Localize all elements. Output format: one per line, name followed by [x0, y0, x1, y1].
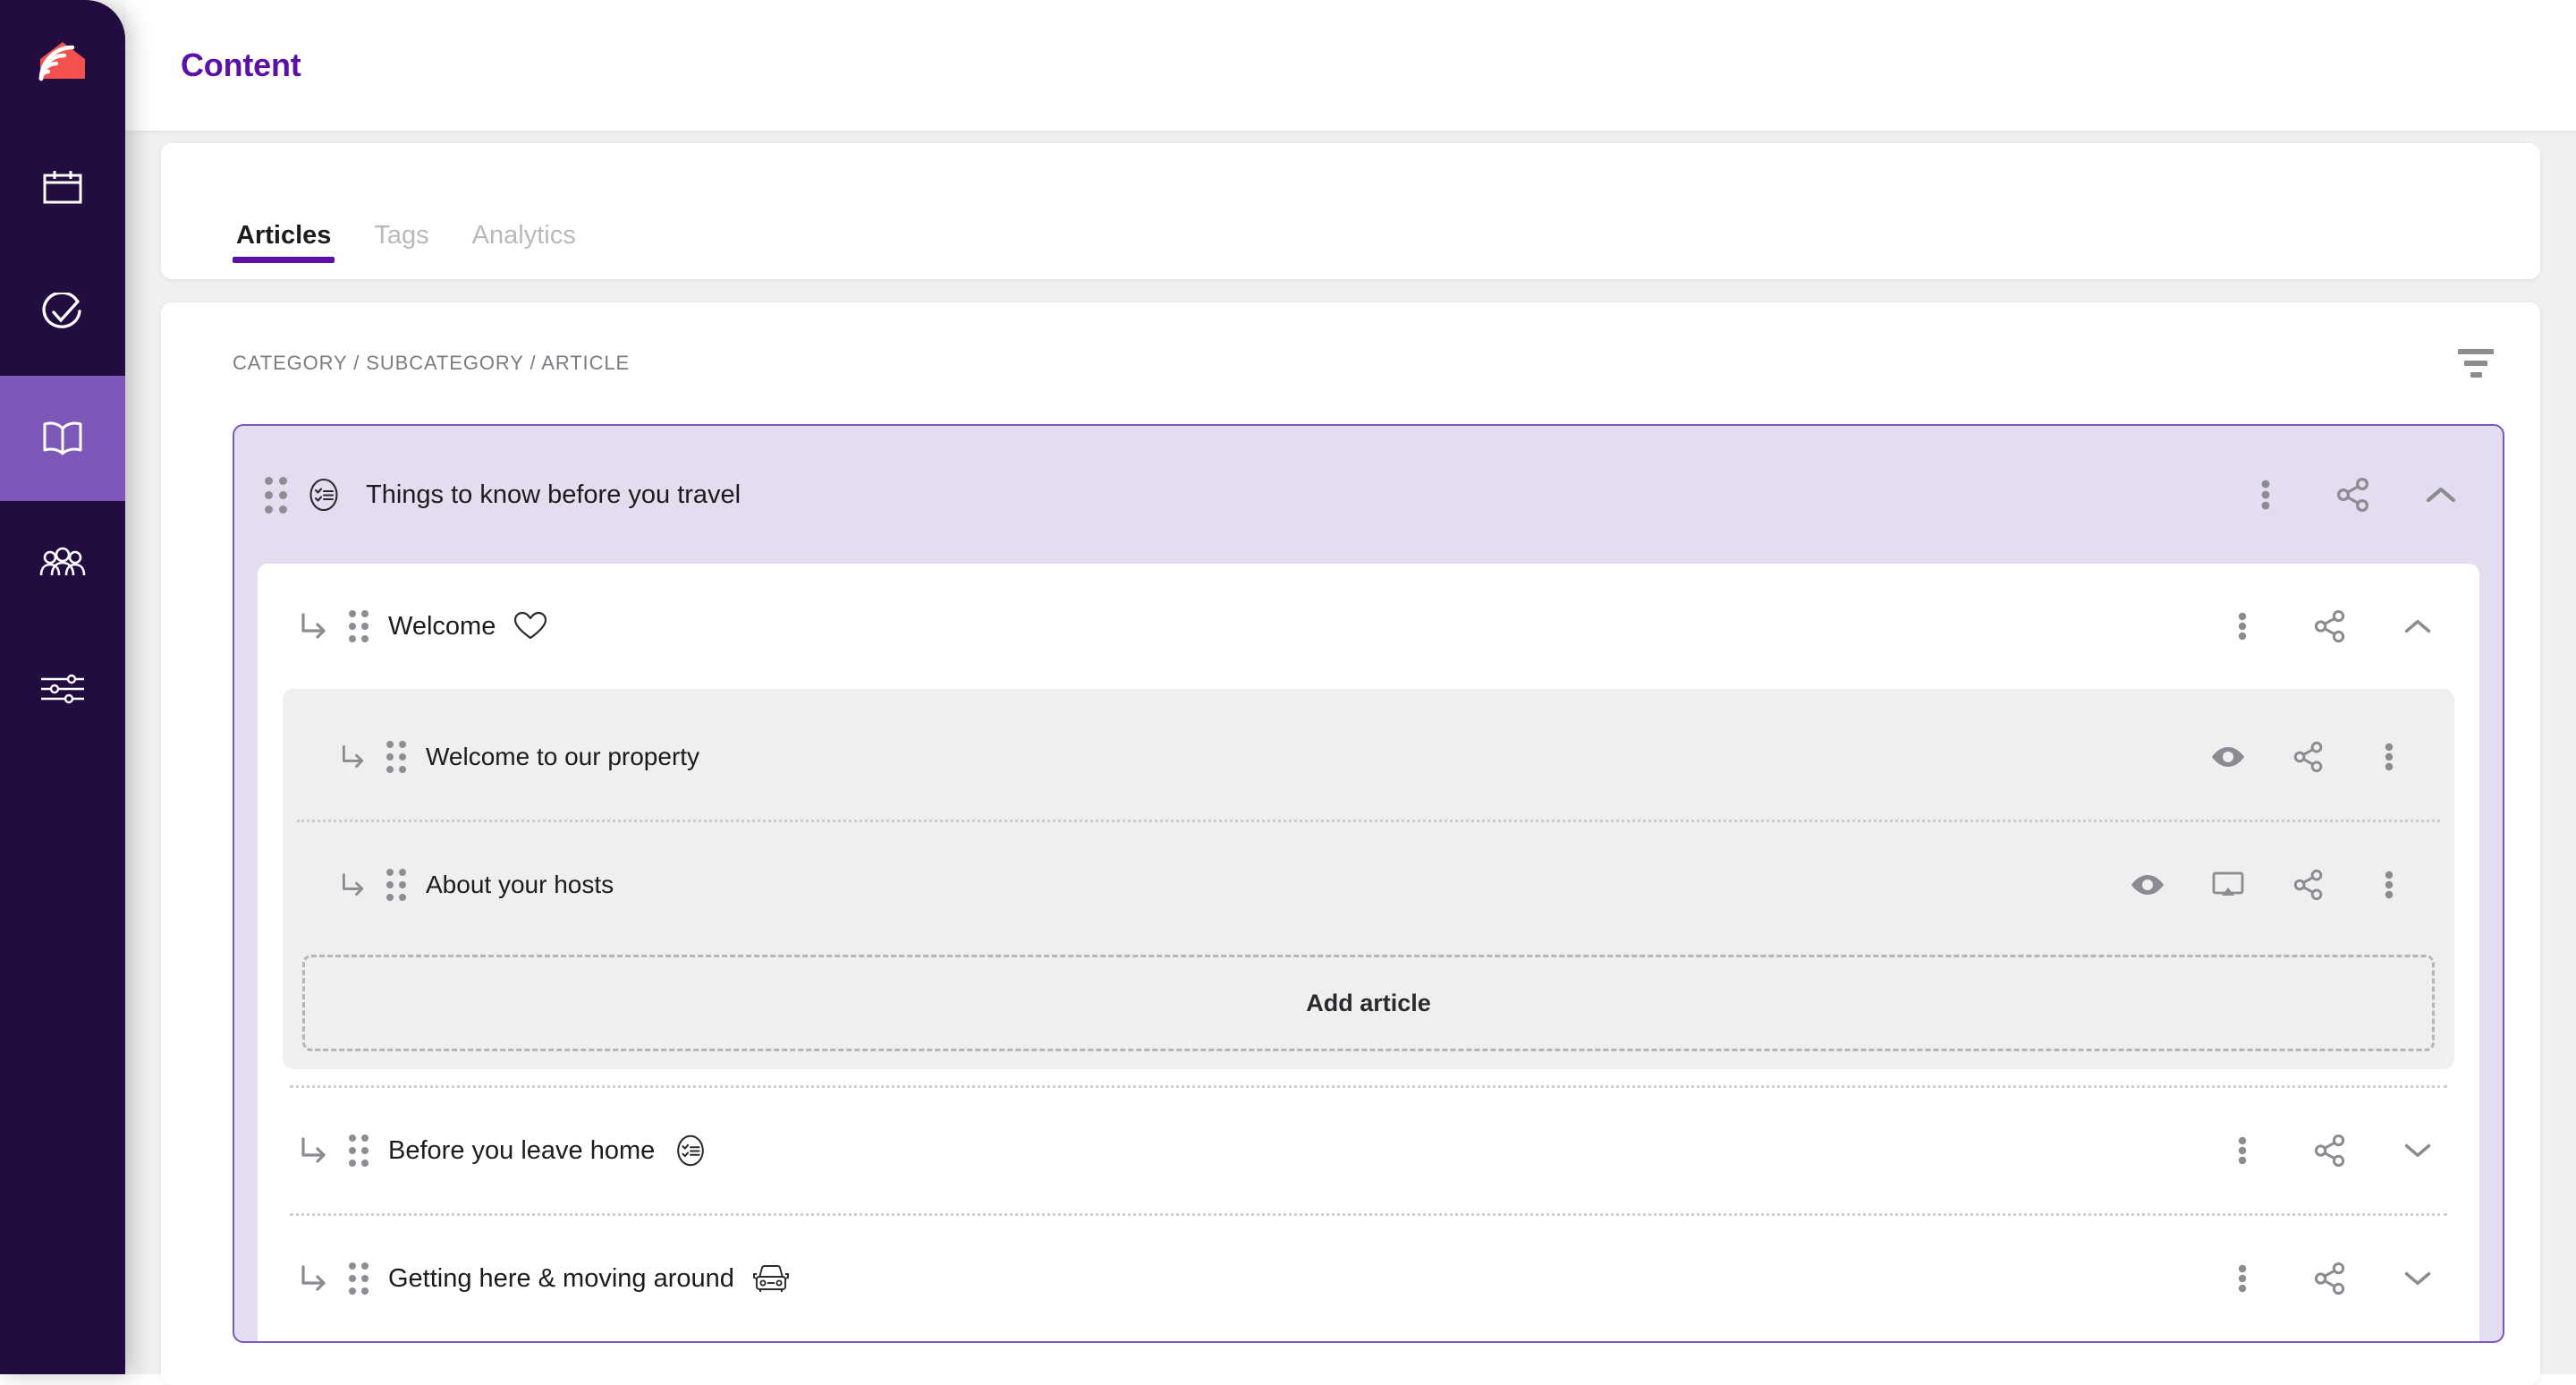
- eye-icon[interactable]: [2207, 736, 2249, 777]
- home-signal-logo-icon: [38, 40, 87, 85]
- tab-tags[interactable]: Tags: [370, 221, 432, 263]
- sliders-icon: [39, 674, 86, 704]
- category-header[interactable]: Things to know before you travel: [234, 426, 2503, 564]
- share-icon[interactable]: [2309, 1130, 2351, 1171]
- subdirectory-arrow-icon: [299, 1135, 329, 1166]
- subcategory-title: Getting here & moving around: [388, 1263, 734, 1293]
- subdirectory-arrow-icon: [340, 871, 367, 898]
- checklist-circle-icon: [673, 1133, 708, 1168]
- sidebar: [0, 0, 125, 1374]
- subcategory-header[interactable]: Getting here & moving around: [258, 1216, 2479, 1341]
- subdirectory-arrow-icon: [340, 743, 367, 770]
- breadcrumb: CATEGORY / SUBCATEGORY / ARTICLE: [233, 352, 631, 374]
- kebab-menu-icon[interactable]: [2222, 606, 2263, 647]
- article-title: About your hosts: [426, 871, 614, 898]
- filter-bar-1: [2458, 349, 2494, 354]
- kebab-menu-icon[interactable]: [2222, 1258, 2263, 1299]
- check-circle-icon: [41, 293, 84, 334]
- calendar-icon: [42, 168, 83, 208]
- category-title: Things to know before you travel: [366, 480, 741, 509]
- sidebar-item-calendar[interactable]: [0, 125, 125, 251]
- subcategory-welcome: Welcome Welcome to our property About yo…: [258, 564, 2479, 1341]
- page-title: Content: [181, 47, 301, 83]
- drag-handle[interactable]: [265, 476, 287, 514]
- kebab-menu-icon[interactable]: [2245, 474, 2286, 515]
- tab-list: Articles Tags Analytics: [233, 221, 580, 263]
- subcategory-header[interactable]: Welcome: [258, 564, 2479, 689]
- subdirectory-arrow-icon: [299, 1263, 329, 1294]
- category-actions: [2245, 474, 2462, 515]
- kebab-menu-icon[interactable]: [2368, 864, 2410, 905]
- share-icon[interactable]: [2288, 736, 2329, 777]
- share-icon[interactable]: [2333, 474, 2374, 515]
- article-actions: [2127, 864, 2410, 905]
- main-area: Content Articles Tags Analytics CATEGORY…: [125, 0, 2576, 1385]
- drag-handle[interactable]: [349, 1134, 369, 1167]
- checklist-circle-icon: [305, 476, 343, 514]
- articles-group: Welcome to our property About your hosts…: [283, 689, 2454, 1069]
- subcategory-actions: [2222, 1130, 2438, 1171]
- category-block: Things to know before you travel Welcome…: [233, 424, 2504, 1343]
- content-card: CATEGORY / SUBCATEGORY / ARTICLE Things …: [161, 302, 2540, 1385]
- breadcrumb-row: CATEGORY / SUBCATEGORY / ARTICLE: [161, 302, 2540, 424]
- people-group-icon: [39, 546, 86, 582]
- app-logo[interactable]: [0, 0, 125, 125]
- tab-analytics[interactable]: Analytics: [469, 221, 580, 263]
- drag-handle[interactable]: [386, 741, 406, 773]
- sidebar-item-guests[interactable]: [0, 501, 125, 626]
- article-row[interactable]: Welcome to our property: [283, 694, 2454, 820]
- heart-icon: [513, 611, 547, 642]
- subcategory-header[interactable]: Before you leave home: [258, 1088, 2479, 1213]
- tab-articles[interactable]: Articles: [233, 221, 335, 263]
- book-open-icon: [41, 420, 84, 457]
- subcategory-title: Before you leave home: [388, 1135, 656, 1165]
- sidebar-item-tasks[interactable]: [0, 251, 125, 376]
- article-title: Welcome to our property: [426, 743, 700, 770]
- chevron-down-icon[interactable]: [2397, 1130, 2438, 1171]
- subcategory-actions: [2222, 606, 2438, 647]
- drag-handle[interactable]: [386, 869, 406, 901]
- top-bar: Content: [125, 0, 2576, 131]
- chevron-up-icon[interactable]: [2420, 474, 2462, 515]
- tabs-card: Articles Tags Analytics: [161, 143, 2540, 279]
- cast-screen-icon[interactable]: [2207, 864, 2249, 905]
- drag-handle[interactable]: [349, 1262, 369, 1295]
- subcategory-title: Welcome: [388, 611, 496, 641]
- kebab-menu-icon[interactable]: [2368, 736, 2410, 777]
- filter-funnel-icon[interactable]: [2447, 335, 2504, 392]
- share-icon[interactable]: [2309, 1258, 2351, 1299]
- drag-handle[interactable]: [349, 610, 369, 642]
- filter-bar-3: [2470, 372, 2482, 378]
- share-icon[interactable]: [2288, 864, 2329, 905]
- chevron-up-icon[interactable]: [2397, 606, 2438, 647]
- article-row[interactable]: About your hosts: [283, 822, 2454, 947]
- share-icon[interactable]: [2309, 606, 2351, 647]
- article-actions: [2207, 736, 2410, 777]
- sidebar-item-settings[interactable]: [0, 626, 125, 752]
- subcategory-actions: [2222, 1258, 2438, 1299]
- sidebar-item-content[interactable]: [0, 376, 125, 501]
- car-front-icon: [752, 1262, 790, 1295]
- filter-bar-2: [2464, 361, 2487, 366]
- kebab-menu-icon[interactable]: [2222, 1130, 2263, 1171]
- subdirectory-arrow-icon: [299, 611, 329, 642]
- eye-icon[interactable]: [2127, 864, 2168, 905]
- add-article-button[interactable]: Add article: [302, 955, 2435, 1051]
- chevron-down-icon[interactable]: [2397, 1258, 2438, 1299]
